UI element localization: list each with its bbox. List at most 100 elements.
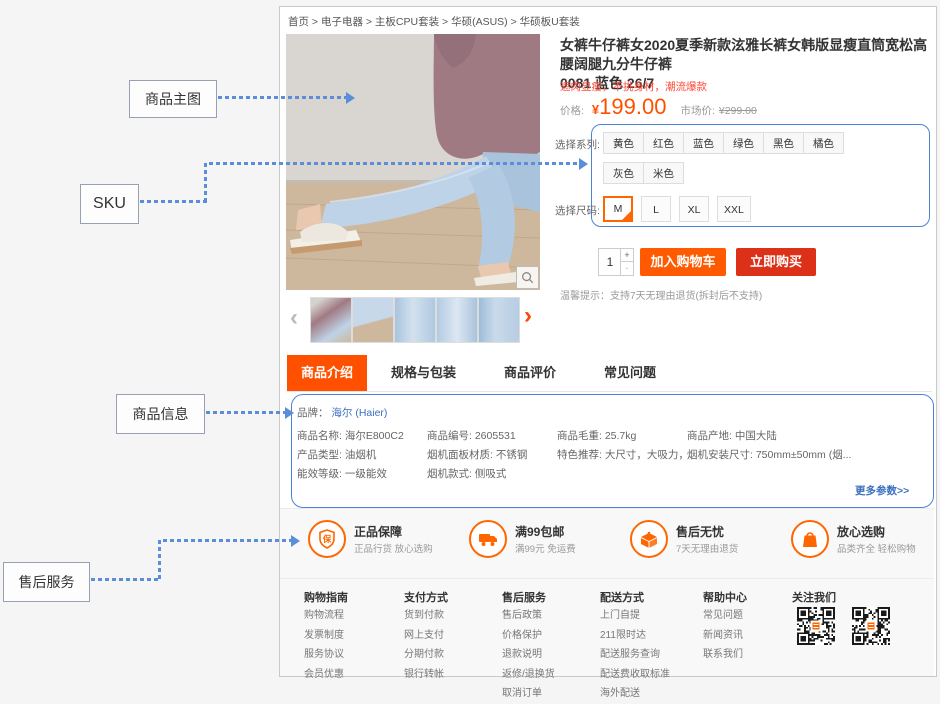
- spec-item: 能效等级: 一级能效: [297, 466, 427, 485]
- footer-link[interactable]: 发票制度: [304, 626, 344, 646]
- quantity-value[interactable]: 1: [599, 249, 621, 275]
- thumbnail-5[interactable]: [478, 297, 520, 343]
- footer-link[interactable]: 配送费收取标准: [600, 665, 670, 685]
- follow-us-title: 关注我们: [792, 589, 836, 605]
- series-option-red[interactable]: 红色: [643, 132, 684, 154]
- brand-row: 品牌： 海尔 (Haier): [297, 405, 387, 420]
- annotation-arrow-line: [163, 539, 291, 542]
- thumbnail-4[interactable]: [436, 297, 478, 343]
- footer-link[interactable]: 银行转帐: [404, 665, 444, 685]
- annotation-arrow-line: [91, 578, 161, 581]
- currency-symbol: ¥: [592, 102, 599, 117]
- service-title: 售后无忧: [676, 523, 724, 540]
- series-option-gray[interactable]: 灰色: [603, 162, 644, 184]
- footer-link[interactable]: 网上支付: [404, 626, 444, 646]
- service-desc: 正品行货 放心选购: [354, 541, 433, 555]
- thumbnail-1[interactable]: [310, 297, 352, 343]
- chevron-left-icon[interactable]: ‹: [290, 306, 298, 330]
- service-free-shipping: [469, 520, 507, 558]
- brand-label: 品牌：: [297, 407, 329, 419]
- bag-icon: [791, 520, 829, 558]
- price-row: 价格: ¥ 199.00 市场价: ¥299.00: [560, 94, 757, 120]
- thumbnail-2[interactable]: [352, 297, 394, 343]
- footer-link[interactable]: 退款说明: [502, 645, 555, 665]
- services-footer-divider: [280, 578, 934, 579]
- market-price-value: ¥299.00: [719, 105, 757, 117]
- service-title: 正品保障: [354, 523, 402, 540]
- series-option-yellow[interactable]: 黄色: [603, 132, 644, 154]
- footer-link[interactable]: 取消订单: [502, 684, 555, 704]
- chevron-right-icon[interactable]: ›: [524, 304, 532, 328]
- qr-code-1: [797, 607, 835, 645]
- footer-link[interactable]: 价格保护: [502, 626, 555, 646]
- brand-link[interactable]: 海尔 (Haier): [331, 407, 387, 419]
- service-after-sales: [630, 520, 668, 558]
- footer-link[interactable]: 海外配送: [600, 684, 670, 704]
- annotation-arrowhead: [291, 535, 300, 547]
- buy-now-button[interactable]: 立即购买: [736, 248, 816, 276]
- series-option-blue[interactable]: 蓝色: [683, 132, 724, 154]
- footer-link[interactable]: 配送服务查询: [600, 645, 670, 665]
- footer-link[interactable]: 返修/退换货: [502, 665, 555, 685]
- footer-link[interactable]: 211限时达: [600, 626, 670, 646]
- footer-column-title: 购物指南: [304, 589, 348, 605]
- service-desc: 7天无理由退货: [676, 541, 738, 555]
- annotation-arrowhead: [285, 407, 294, 419]
- service-desc: 满99元 免运费: [515, 541, 576, 555]
- spec-item: 商品名称: 海尔E800C2: [297, 428, 427, 447]
- footer-link[interactable]: 购物流程: [304, 606, 344, 626]
- annotation-arrowhead: [346, 92, 355, 104]
- size-option-xl[interactable]: XL: [679, 196, 709, 222]
- footer-link[interactable]: 货到付款: [404, 606, 444, 626]
- zoom-icon[interactable]: [516, 266, 539, 289]
- footer-column-title: 支付方式: [404, 589, 448, 605]
- footer-link[interactable]: 服务协议: [304, 645, 344, 665]
- service-title: 满99包邮: [515, 523, 564, 540]
- annotation-main-image: 商品主图: [129, 80, 217, 118]
- series-option-beige[interactable]: 米色: [643, 162, 684, 184]
- size-option-m-selected[interactable]: M: [603, 196, 633, 222]
- footer-link[interactable]: 售后政策: [502, 606, 555, 626]
- add-to-cart-button[interactable]: 加入购物车: [640, 248, 726, 276]
- footer-link[interactable]: 上门自提: [600, 606, 670, 626]
- footer-link[interactable]: 新闻资讯: [703, 626, 743, 646]
- footer-column-title: 帮助中心: [703, 589, 747, 605]
- box-icon: [630, 520, 668, 558]
- quantity-decrease-button[interactable]: -: [620, 262, 633, 275]
- tab-faq[interactable]: 常见问题: [580, 355, 680, 391]
- quantity-stepper[interactable]: 1 + -: [598, 248, 634, 276]
- spec-item: 商品编号: 2605531: [427, 428, 557, 447]
- svg-text:保: 保: [322, 534, 332, 544]
- annotation-arrow-line: [209, 162, 579, 165]
- spec-grid: 商品名称: 海尔E800C2 商品编号: 2605531 商品毛重: 25.7k…: [297, 428, 917, 485]
- footer-column-title: 配送方式: [600, 589, 644, 605]
- quantity-increase-button[interactable]: +: [620, 249, 633, 262]
- footer-link[interactable]: 常见问题: [703, 606, 743, 626]
- footer-link[interactable]: 会员优惠: [304, 665, 344, 685]
- series-option-black[interactable]: 黑色: [763, 132, 804, 154]
- footer-link[interactable]: 分期付款: [404, 645, 444, 665]
- service-desc: 品类齐全 轻松购物: [837, 541, 916, 555]
- footer-link[interactable]: 联系我们: [703, 645, 743, 665]
- footer-column-title: 售后服务: [502, 589, 546, 605]
- size-option-xxl[interactable]: XXL: [717, 196, 751, 222]
- detail-tabs: 商品介绍 规格与包装 商品评价 常见问题: [287, 355, 932, 392]
- size-label: 选择尺码:: [555, 203, 600, 218]
- annotation-product-info: 商品信息: [116, 394, 205, 434]
- annotation-arrow-line: [206, 411, 285, 414]
- tab-product-intro[interactable]: 商品介绍: [287, 355, 367, 391]
- more-params-link[interactable]: 更多参数>>: [855, 483, 909, 498]
- series-option-green[interactable]: 绿色: [723, 132, 764, 154]
- tab-spec-packaging[interactable]: 规格与包装: [367, 355, 480, 391]
- price-value: 199.00: [599, 94, 666, 120]
- spec-item: 烟机款式: 侧吸式: [427, 466, 557, 485]
- annotation-arrow-line: [140, 200, 208, 203]
- thumbnail-3[interactable]: [394, 297, 436, 343]
- breadcrumb[interactable]: 首页 > 电子电器 > 主板CPU套装 > 华硕(ASUS) > 华硕板U套装: [288, 14, 580, 29]
- series-option-orange[interactable]: 橘色: [803, 132, 844, 154]
- size-option-l[interactable]: L: [641, 196, 671, 222]
- spec-item: 烟机安装尺寸: 750mm±50mm (烟...: [687, 447, 917, 466]
- spec-item: 商品产地: 中国大陆: [687, 428, 917, 447]
- spec-item: 产品类型: 油烟机: [297, 447, 427, 466]
- tab-reviews[interactable]: 商品评价: [480, 355, 580, 391]
